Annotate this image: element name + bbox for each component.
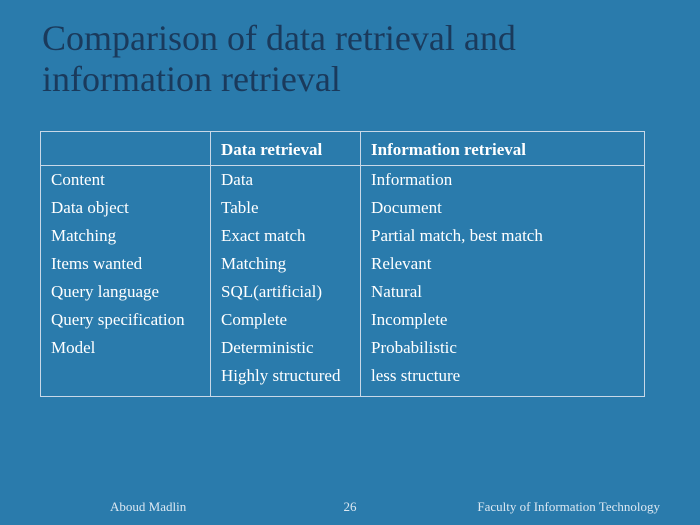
- cell: Query language: [41, 278, 211, 306]
- cell: Table: [211, 194, 361, 222]
- cell: Probabilistic: [361, 334, 645, 362]
- comparison-table-container: Data retrieval Information retrieval Con…: [40, 131, 660, 397]
- cell: Model: [41, 334, 211, 362]
- footer: Aboud Madlin 26 Faculty of Information T…: [0, 499, 700, 515]
- cell: Matching: [41, 222, 211, 250]
- table-row: Query language SQL(artificial) Natural: [41, 278, 645, 306]
- cell: Data object: [41, 194, 211, 222]
- cell: Information: [361, 165, 645, 194]
- cell: SQL(artificial): [211, 278, 361, 306]
- cell: less structure: [361, 362, 645, 397]
- cell: Data: [211, 165, 361, 194]
- footer-affiliation: Faculty of Information Technology: [477, 499, 660, 515]
- cell: Document: [361, 194, 645, 222]
- table-row: Highly structured less structure: [41, 362, 645, 397]
- cell: [41, 362, 211, 397]
- header-cell: Data retrieval: [211, 131, 361, 165]
- footer-author: Aboud Madlin: [110, 499, 186, 515]
- footer-page-number: 26: [344, 499, 357, 515]
- cell: Exact match: [211, 222, 361, 250]
- cell: Complete: [211, 306, 361, 334]
- table-row: Items wanted Matching Relevant: [41, 250, 645, 278]
- slide-title: Comparison of data retrieval and informa…: [0, 0, 700, 111]
- cell: Natural: [361, 278, 645, 306]
- table-row: Content Data Information: [41, 165, 645, 194]
- cell: Highly structured: [211, 362, 361, 397]
- cell: Matching: [211, 250, 361, 278]
- table-row: Model Deterministic Probabilistic: [41, 334, 645, 362]
- cell: Query specification: [41, 306, 211, 334]
- header-cell: Information retrieval: [361, 131, 645, 165]
- table-header-row: Data retrieval Information retrieval: [41, 131, 645, 165]
- cell: Incomplete: [361, 306, 645, 334]
- comparison-table: Data retrieval Information retrieval Con…: [40, 131, 645, 397]
- header-cell: [41, 131, 211, 165]
- table-row: Query specification Complete Incomplete: [41, 306, 645, 334]
- cell: Items wanted: [41, 250, 211, 278]
- cell: Deterministic: [211, 334, 361, 362]
- cell: Relevant: [361, 250, 645, 278]
- cell: Content: [41, 165, 211, 194]
- table-row: Data object Table Document: [41, 194, 645, 222]
- cell: Partial match, best match: [361, 222, 645, 250]
- table-row: Matching Exact match Partial match, best…: [41, 222, 645, 250]
